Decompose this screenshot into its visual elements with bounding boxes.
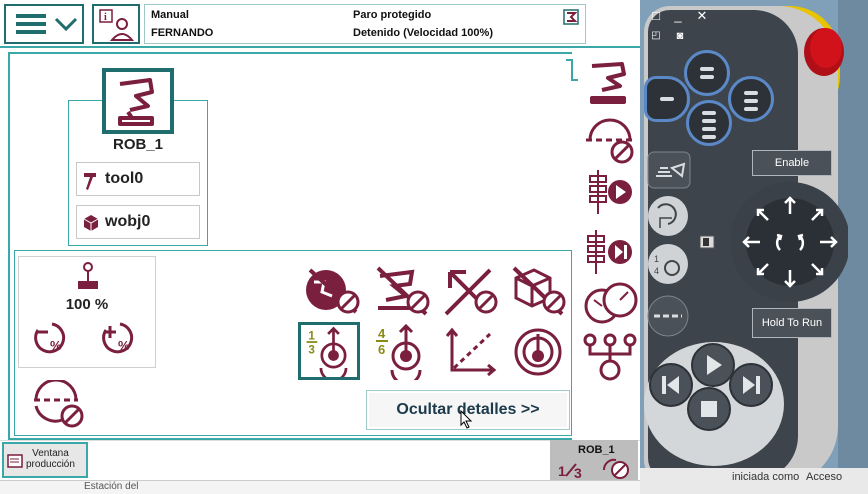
toggle-axes-key[interactable]: 1 4 [646, 242, 690, 286]
background-window-strip: Estación del [0, 480, 640, 494]
motors-state-text: Paro protegido [353, 9, 432, 21]
flexpendant-screen: i Manual FERNANDO Paro protegido Detenid… [0, 0, 640, 494]
background-access-text: Acceso [806, 471, 843, 483]
speed-decrease-button[interactable]: % [32, 318, 70, 356]
close-icon[interactable]: ✕ [694, 8, 710, 24]
taskbar [0, 440, 640, 480]
user-text: FERNANDO [151, 27, 214, 39]
hammer-icon [84, 173, 96, 190]
programmable-key-3[interactable] [728, 76, 774, 122]
production-window-button[interactable]: Ventana producción [2, 442, 88, 478]
mode-text: Manual [151, 9, 189, 21]
tool-selector[interactable]: tool0 [76, 162, 200, 196]
toggle-increment-key[interactable] [646, 294, 690, 338]
workobject-value: wobj0 [105, 213, 151, 230]
background-status-text: iniciada como [732, 471, 800, 483]
speed-increase-button[interactable]: % [100, 318, 138, 356]
svg-text:%: % [118, 338, 130, 353]
axes-4-6-button[interactable]: 4 6 [370, 322, 432, 380]
mode-robot-disabled-icon[interactable] [372, 262, 434, 320]
linear-mode-button[interactable] [440, 322, 502, 380]
quickset-unit-label: ROB_1 [578, 444, 615, 456]
emergency-stop-button[interactable] [800, 20, 850, 80]
svg-text:3: 3 [308, 344, 315, 357]
svg-text:3: 3 [574, 465, 582, 480]
increment-quickset-icon[interactable] [582, 118, 638, 168]
mode-continuous-disabled-icon[interactable] [302, 262, 364, 320]
tasks-quickset-icon[interactable] [582, 332, 638, 382]
svg-text:i: i [104, 12, 107, 23]
svg-text:%: % [50, 338, 62, 353]
toggle-motion-mode-key[interactable] [646, 194, 690, 238]
run-state-text: Detenido (Velocidad 100%) [353, 27, 493, 39]
maximize-icon[interactable]: □ [648, 8, 664, 24]
step-mode-quickset-icon[interactable] [582, 228, 638, 278]
robot-unit-button[interactable] [102, 68, 174, 134]
select-unit-key[interactable] [646, 150, 692, 190]
background-left-text: Estación del [84, 481, 139, 492]
enable-button[interactable]: Enable [752, 150, 832, 176]
abb-menu-button[interactable] [4, 4, 84, 44]
mouse-cursor-icon [460, 410, 473, 429]
speed-value: 100 % [65, 296, 109, 313]
background-status-strip: iniciada como Acceso [640, 468, 868, 494]
joystick[interactable] [700, 180, 848, 310]
programmable-key-1[interactable] [684, 50, 730, 96]
svg-text:1: 1 [558, 463, 566, 479]
reorient-mode-button[interactable] [510, 322, 572, 380]
production-window-label: Ventana producción [26, 448, 75, 470]
axes-1-3-button[interactable]: 1 3 [298, 322, 360, 380]
robot-status-icon [563, 9, 579, 25]
event-log-button[interactable]: i [92, 4, 140, 44]
tool-value: tool0 [105, 170, 144, 187]
joystick-icon [78, 262, 98, 289]
stop-button[interactable] [686, 386, 732, 432]
svg-text:4: 4 [654, 266, 659, 276]
robot-unit-label: ROB_1 [112, 136, 164, 153]
programmable-key-4[interactable] [686, 100, 732, 146]
cube-icon [83, 215, 99, 231]
robot-arm-icon [118, 78, 154, 126]
svg-text:6: 6 [378, 342, 385, 357]
mechanical-unit-quickset-icon[interactable] [582, 58, 638, 108]
increment-off-button[interactable] [32, 380, 84, 428]
mode-linear-disabled-icon[interactable] [440, 262, 502, 320]
mode-cube-disabled-icon[interactable] [508, 262, 570, 320]
production-window-icon [7, 454, 23, 468]
quickset-toggle-button[interactable]: ROB_1 1 3 [550, 440, 638, 480]
hold-to-run-button[interactable]: Hold To Run [752, 308, 832, 338]
pendant-window-controls: □ _ ✕ ◰ ◙ [644, 6, 714, 46]
svg-text:1: 1 [654, 254, 659, 264]
pin-icon[interactable]: ◰ [648, 28, 664, 44]
camera-icon[interactable]: ◙ [672, 28, 688, 44]
minimize-icon[interactable]: _ [670, 8, 686, 24]
quickset-mini-icons: 1 3 [558, 458, 629, 480]
info-user-icon: i [99, 9, 135, 41]
step-forward-button[interactable] [728, 362, 774, 408]
status-bar[interactable]: Manual FERNANDO Paro protegido Detenido … [144, 4, 586, 44]
chevron-down-icon [54, 17, 78, 32]
svg-text:4: 4 [378, 326, 386, 341]
speed-quickset-icon[interactable] [582, 278, 638, 328]
svg-text:1: 1 [308, 329, 315, 342]
workobject-selector[interactable]: wobj0 [76, 205, 200, 239]
programmable-key-2[interactable] [644, 76, 690, 122]
run-mode-quickset-icon[interactable] [582, 168, 638, 218]
